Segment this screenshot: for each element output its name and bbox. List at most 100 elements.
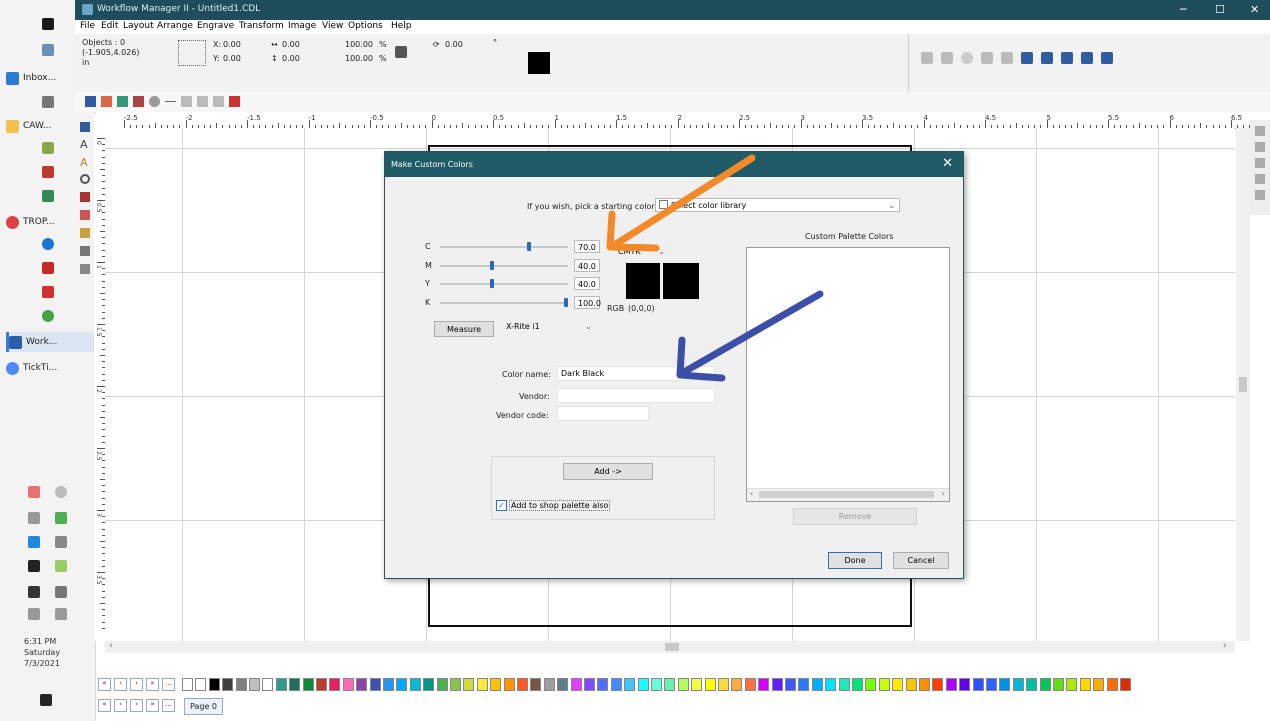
palette-swatch[interactable] xyxy=(624,678,636,691)
palette-swatch[interactable] xyxy=(905,678,917,691)
pen-tool-icon[interactable] xyxy=(80,228,90,238)
palette-swatch[interactable] xyxy=(651,678,662,691)
palette-list-scrollbar[interactable]: ‹ › xyxy=(747,488,949,501)
palette-swatch[interactable] xyxy=(744,678,756,691)
app-icon[interactable] xyxy=(42,310,54,322)
palette-nav-icon[interactable]: » xyxy=(146,678,159,691)
palette-swatch[interactable] xyxy=(409,678,421,691)
vendor-input[interactable] xyxy=(557,388,715,403)
side-tool-icon[interactable] xyxy=(1255,158,1265,168)
scale-y-value[interactable]: 100.00 xyxy=(345,54,373,63)
palette-swatch[interactable] xyxy=(610,678,622,691)
palette-swatch[interactable] xyxy=(758,678,770,691)
palette-swatch[interactable] xyxy=(543,678,555,691)
palette-swatch[interactable] xyxy=(222,678,234,691)
palette-swatch[interactable] xyxy=(1026,678,1038,691)
vertical-scrollbar[interactable] xyxy=(1236,128,1250,641)
palette-nav-icon[interactable]: ‹ xyxy=(114,678,127,691)
palette-swatch[interactable] xyxy=(718,678,729,691)
palette-swatch[interactable] xyxy=(932,678,944,691)
volume-icon[interactable] xyxy=(55,608,67,620)
channel-slider-track[interactable] xyxy=(440,265,568,267)
palette-swatch[interactable] xyxy=(1053,678,1064,691)
custom-palette-list[interactable]: ‹ › xyxy=(746,247,950,502)
print-icon[interactable] xyxy=(229,96,240,107)
app-icon[interactable] xyxy=(42,262,54,274)
close-icon[interactable]: ✕ xyxy=(942,156,953,171)
palette-swatch[interactable] xyxy=(597,678,609,691)
palette-swatch[interactable] xyxy=(249,678,260,691)
menu-layout[interactable]: Layout xyxy=(123,21,154,31)
pdf-icon[interactable] xyxy=(42,286,54,298)
anchor-grid-icon[interactable] xyxy=(178,40,206,66)
arrow-tool-icon[interactable] xyxy=(1041,52,1053,64)
tray-icon[interactable] xyxy=(28,512,40,524)
palette-swatch[interactable] xyxy=(704,678,716,691)
channel-slider-track[interactable] xyxy=(440,246,568,248)
pointer-tool-icon[interactable] xyxy=(80,122,90,132)
palette-swatch[interactable] xyxy=(235,678,247,691)
channel-value-input[interactable]: 100.0 xyxy=(574,296,601,309)
maximize-icon[interactable]: ☐ xyxy=(1215,3,1225,16)
color-library-select[interactable]: Select color library ⌄ xyxy=(655,198,900,212)
paint-bucket-icon[interactable] xyxy=(80,246,90,256)
channel-slider-track[interactable] xyxy=(440,283,568,285)
taskview-icon[interactable] xyxy=(42,44,54,56)
width-value[interactable]: 0.00 xyxy=(282,40,300,49)
tray-icon[interactable] xyxy=(28,536,40,548)
palette-swatch[interactable] xyxy=(838,678,850,691)
add-to-shop-checkbox-row[interactable]: ✓ Add to shop palette also xyxy=(496,500,611,511)
snap-icon[interactable] xyxy=(1081,52,1093,64)
add-button[interactable]: Add -> xyxy=(563,463,653,480)
palette-swatch[interactable] xyxy=(356,678,368,691)
palette-swatch[interactable] xyxy=(785,678,796,691)
side-tool-icon[interactable] xyxy=(1255,174,1265,184)
copy-icon[interactable] xyxy=(181,96,192,107)
vendor-code-input[interactable] xyxy=(557,406,649,421)
align-icon[interactable] xyxy=(941,52,953,64)
add-page-icon[interactable]: … xyxy=(162,699,175,712)
palette-swatch[interactable] xyxy=(423,678,435,691)
palette-swatch[interactable] xyxy=(945,678,957,691)
clock[interactable]: 6:31 PM Saturday 7/3/2021 xyxy=(24,636,74,669)
start-icon[interactable] xyxy=(42,18,54,30)
menu-arrange[interactable]: Arrange xyxy=(157,21,193,31)
palette-swatch[interactable] xyxy=(999,678,1011,691)
palette-swatch[interactable] xyxy=(731,678,743,691)
height-value[interactable]: 0.00 xyxy=(282,54,300,63)
palette-nav-icon[interactable]: … xyxy=(162,678,175,691)
scale-x-value[interactable]: 100.00 xyxy=(345,40,373,49)
palette-swatch[interactable] xyxy=(919,678,930,691)
palette-swatch[interactable] xyxy=(208,678,220,691)
scroll-right-icon[interactable]: › xyxy=(1223,641,1227,651)
app-icon[interactable] xyxy=(42,142,54,154)
palette-swatch[interactable] xyxy=(852,678,863,691)
paste-icon[interactable] xyxy=(197,96,208,107)
shape-tool-icon[interactable] xyxy=(80,192,90,202)
palette-swatch[interactable] xyxy=(892,678,904,691)
palette-swatch[interactable] xyxy=(972,678,984,691)
menu-image[interactable]: Image xyxy=(288,21,316,31)
palette-swatch[interactable] xyxy=(691,678,703,691)
app-icon[interactable] xyxy=(42,96,54,108)
palette-swatch[interactable] xyxy=(436,678,448,691)
color-mode-select[interactable]: CMYK ⌄ xyxy=(615,245,667,259)
palette-swatch[interactable] xyxy=(1039,678,1051,691)
device-select[interactable]: X-Rite i1 ⌄ xyxy=(503,320,598,334)
palette-swatch[interactable] xyxy=(302,678,314,691)
palette-swatch[interactable] xyxy=(503,678,515,691)
palette-swatch[interactable] xyxy=(557,678,569,691)
channel-value-input[interactable]: 70.0 xyxy=(574,240,600,253)
palette-swatch[interactable] xyxy=(275,678,287,691)
taskbar-item-work[interactable]: Work... xyxy=(6,332,95,352)
palette-swatch[interactable] xyxy=(396,678,408,691)
palette-swatch[interactable] xyxy=(182,678,193,691)
palette-swatch[interactable] xyxy=(383,678,394,691)
close-icon[interactable]: ✕ xyxy=(1250,3,1259,16)
palette-swatch[interactable] xyxy=(570,678,582,691)
scroll-left-icon[interactable]: ‹ xyxy=(750,489,753,498)
last-page-icon[interactable]: » xyxy=(146,699,159,712)
zoom-tool-icon[interactable] xyxy=(80,174,90,184)
channel-slider-thumb[interactable] xyxy=(489,261,494,270)
keyboard-icon[interactable] xyxy=(28,608,40,620)
